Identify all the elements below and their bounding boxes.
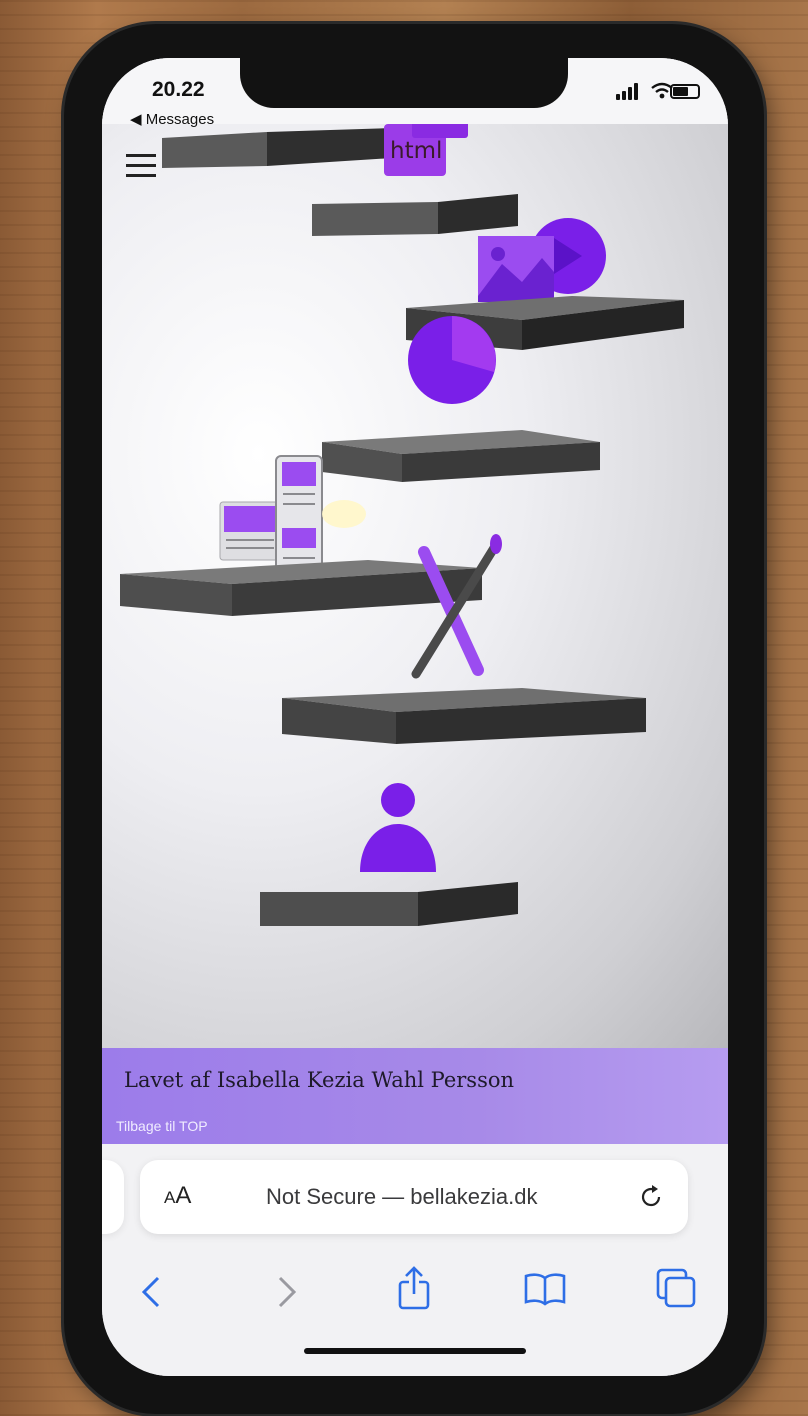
shelf-4 <box>322 430 600 482</box>
reload-icon[interactable] <box>636 1182 666 1212</box>
light-glare <box>322 500 366 528</box>
status-time: 20.22 <box>152 78 205 101</box>
shelf-2 <box>312 194 518 236</box>
notch <box>240 58 568 108</box>
chevron-right-icon[interactable] <box>274 1274 298 1310</box>
safari-bottom-bar: AA Not Secure — bellakezia.dk <box>102 1144 728 1376</box>
html-badge-label: html <box>390 138 443 164</box>
address-bar[interactable]: AA Not Secure — bellakezia.dk <box>140 1160 688 1234</box>
shelf-6 <box>282 688 646 744</box>
brush-pencil-icon <box>411 534 502 679</box>
hamburger-icon[interactable] <box>126 152 158 180</box>
footer: Lavet af Isabella Kezia Wahl Persson Til… <box>102 1048 728 1144</box>
home-indicator[interactable] <box>304 1348 526 1354</box>
share-icon[interactable] <box>396 1266 432 1310</box>
tabs-icon[interactable] <box>656 1268 696 1308</box>
phone-screen: 20.22 ◀ Messages html Lavet af Isabella … <box>102 58 728 1376</box>
portfolio-illustration <box>120 118 684 926</box>
book-icon[interactable] <box>524 1272 566 1306</box>
previous-tab-peek[interactable] <box>102 1160 124 1234</box>
pie-chart-icon <box>408 316 496 404</box>
back-to-messages-link[interactable]: ◀ Messages <box>130 110 214 128</box>
chevron-left-icon[interactable] <box>140 1274 164 1310</box>
status-icons <box>570 82 700 102</box>
footer-credit: Lavet af Isabella Kezia Wahl Persson <box>124 1068 515 1092</box>
text-size-button[interactable]: AA <box>164 1182 191 1210</box>
back-to-top-link[interactable]: Tilbage til TOP <box>116 1118 208 1134</box>
shelf-1 <box>162 128 392 168</box>
shelf-7 <box>260 882 518 926</box>
signal-icon <box>616 82 642 100</box>
address-text: Not Secure — bellakezia.dk <box>266 1184 538 1209</box>
battery-icon <box>670 84 700 99</box>
responsive-devices-icon <box>219 455 323 575</box>
person-icon <box>360 783 436 872</box>
image-icon <box>478 236 554 302</box>
status-bar: 20.22 ◀ Messages <box>102 58 728 128</box>
